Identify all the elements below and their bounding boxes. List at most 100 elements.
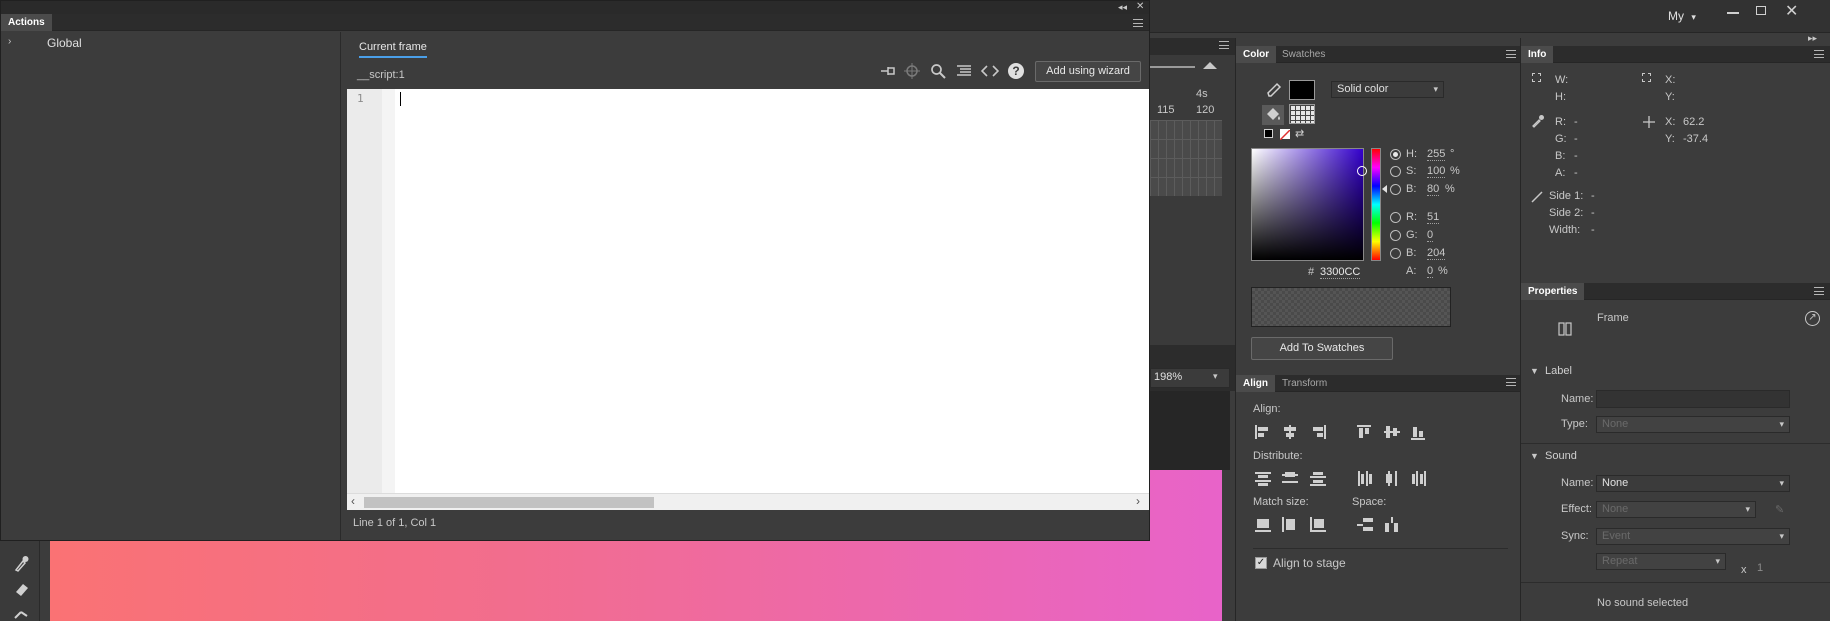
eraser-tool-icon[interactable] (13, 581, 31, 597)
h-value[interactable]: 255 (1427, 148, 1446, 161)
collapse-panel-icon[interactable]: ◂◂ (1118, 2, 1127, 13)
pin-script-icon[interactable] (879, 64, 897, 78)
align-to-stage-checkbox[interactable]: ✓ (1255, 557, 1267, 569)
radio-brightness[interactable] (1390, 184, 1401, 195)
hue-slider-handle[interactable] (1382, 185, 1387, 193)
eyedropper-tool-icon[interactable] (13, 554, 29, 572)
chevron-right-icon[interactable]: › (8, 36, 11, 47)
stroke-color-swatch[interactable] (1289, 80, 1315, 100)
properties-menu-icon[interactable] (1814, 287, 1824, 295)
match-height-icon[interactable] (1282, 517, 1298, 532)
target-icon[interactable] (904, 63, 920, 79)
sound-name-select[interactable]: None ▾ (1596, 475, 1790, 492)
align-to-stage-label[interactable]: Align to stage (1273, 556, 1346, 570)
scrollbar-thumb[interactable] (364, 497, 654, 508)
g-value[interactable]: 0 (1427, 229, 1434, 242)
alpha-value[interactable]: 0 (1427, 265, 1434, 278)
b-value[interactable]: 80 (1427, 183, 1440, 196)
distribute-right-icon[interactable] (1411, 471, 1427, 486)
space-evenly-horizontal-icon[interactable] (1384, 517, 1400, 532)
tab-properties[interactable]: Properties (1521, 283, 1585, 300)
workspace-label: My (1668, 9, 1684, 23)
chevron-right-icon[interactable]: › (1136, 494, 1140, 508)
chevron-down-icon: ▾ (1213, 371, 1218, 381)
sound-section-header[interactable]: ▼ Sound (1530, 450, 1680, 465)
color-menu-icon[interactable] (1506, 50, 1516, 58)
black-white-icon[interactable] (1264, 129, 1273, 138)
close-panel-icon[interactable]: ✕ (1136, 1, 1144, 12)
label-section-header[interactable]: ▼ Label (1530, 365, 1680, 380)
actions-menu-icon[interactable] (1133, 19, 1143, 27)
color-preview (1251, 287, 1451, 327)
distribute-horizontal-center-icon[interactable] (1384, 471, 1400, 486)
swap-colors-icon[interactable]: ⇄ (1295, 128, 1307, 140)
tab-color[interactable]: Color (1236, 46, 1277, 63)
code-editor[interactable]: 1 ‹ › (347, 89, 1149, 510)
space-evenly-vertical-icon[interactable] (1357, 517, 1373, 531)
tab-current-frame[interactable]: Current frame (359, 41, 427, 58)
timeline-collapse-icon[interactable] (1203, 62, 1217, 69)
radio-red[interactable] (1390, 212, 1401, 223)
sound-repeat-value: Repeat (1602, 555, 1638, 567)
label-name-input[interactable] (1596, 390, 1790, 408)
align-left-icon[interactable] (1255, 425, 1271, 439)
radio-green[interactable] (1390, 230, 1401, 241)
label-type-label: Type: (1561, 418, 1588, 430)
code-snippets-icon[interactable] (980, 64, 1000, 78)
match-width-height-icon[interactable] (1310, 517, 1326, 532)
s-value[interactable]: 100 (1427, 165, 1446, 178)
distribute-top-icon[interactable] (1255, 471, 1271, 486)
align-menu-icon[interactable] (1506, 378, 1516, 386)
help-link-icon[interactable]: ↗ (1805, 311, 1820, 326)
radio-hue[interactable] (1390, 149, 1401, 160)
tree-item-global[interactable]: Global (47, 36, 82, 50)
saturation-brightness-field[interactable] (1251, 148, 1367, 261)
hex-value[interactable]: 3300CC (1320, 266, 1361, 279)
actions-titlebar[interactable] (1, 1, 1149, 14)
r-value[interactable]: 51 (1427, 211, 1440, 224)
close-window-icon[interactable]: ✕ (1785, 1, 1799, 21)
maximize-window-icon[interactable] (1756, 6, 1766, 15)
add-to-swatches-button[interactable]: Add To Swatches (1251, 337, 1393, 360)
timeline-slider[interactable] (1150, 66, 1195, 68)
horizontal-scrollbar[interactable]: ‹ › (347, 493, 1149, 510)
fill-color-icon[interactable] (1262, 105, 1284, 125)
collapse-dock-icon[interactable]: ▸▸ (1808, 33, 1817, 44)
fill-color-swatch[interactable] (1289, 104, 1315, 124)
chevron-left-icon[interactable]: ‹ (351, 494, 355, 508)
radio-saturation[interactable] (1390, 166, 1401, 177)
distribute-left-icon[interactable] (1357, 471, 1373, 486)
tab-actions[interactable]: Actions (1, 14, 52, 31)
info-menu-icon[interactable] (1814, 50, 1824, 58)
blue-value[interactable]: 204 (1427, 247, 1446, 260)
radio-blue[interactable] (1390, 248, 1401, 259)
align-horizontal-center-icon[interactable] (1282, 425, 1298, 439)
color-picker-handle[interactable] (1357, 166, 1367, 176)
tab-swatches[interactable]: Swatches (1275, 46, 1332, 63)
minimize-window-icon[interactable] (1727, 12, 1739, 14)
distribute-bottom-icon[interactable] (1310, 471, 1326, 486)
align-right-icon[interactable] (1310, 425, 1326, 439)
align-top-icon[interactable] (1357, 425, 1373, 439)
timeline-menu-icon[interactable] (1219, 41, 1229, 49)
tab-transform[interactable]: Transform (1275, 375, 1334, 392)
search-icon[interactable] (930, 63, 946, 79)
stage-dark-area (1150, 390, 1230, 470)
zoom-select[interactable]: 198% ▾ (1150, 368, 1230, 388)
match-width-icon[interactable] (1255, 517, 1271, 532)
help-icon[interactable]: ? (1008, 63, 1024, 79)
fill-type-select[interactable]: Solid color ▾ (1331, 81, 1444, 98)
format-code-icon[interactable] (956, 64, 972, 78)
align-vertical-center-icon[interactable] (1384, 425, 1400, 439)
workspace-switcher[interactable]: My ▾ (1668, 6, 1718, 26)
distribute-vertical-center-icon[interactable] (1282, 471, 1298, 485)
tab-align[interactable]: Align (1236, 375, 1275, 392)
tab-info[interactable]: Info (1521, 46, 1554, 63)
timeline-frame-grid[interactable] (1150, 120, 1222, 196)
no-color-icon[interactable] (1279, 129, 1291, 141)
add-using-wizard-button[interactable]: Add using wizard (1035, 61, 1141, 82)
stroke-color-icon[interactable] (1266, 82, 1282, 98)
align-bottom-icon[interactable] (1411, 425, 1427, 440)
hue-slider[interactable] (1371, 148, 1381, 261)
width-tool-icon[interactable] (13, 608, 31, 621)
